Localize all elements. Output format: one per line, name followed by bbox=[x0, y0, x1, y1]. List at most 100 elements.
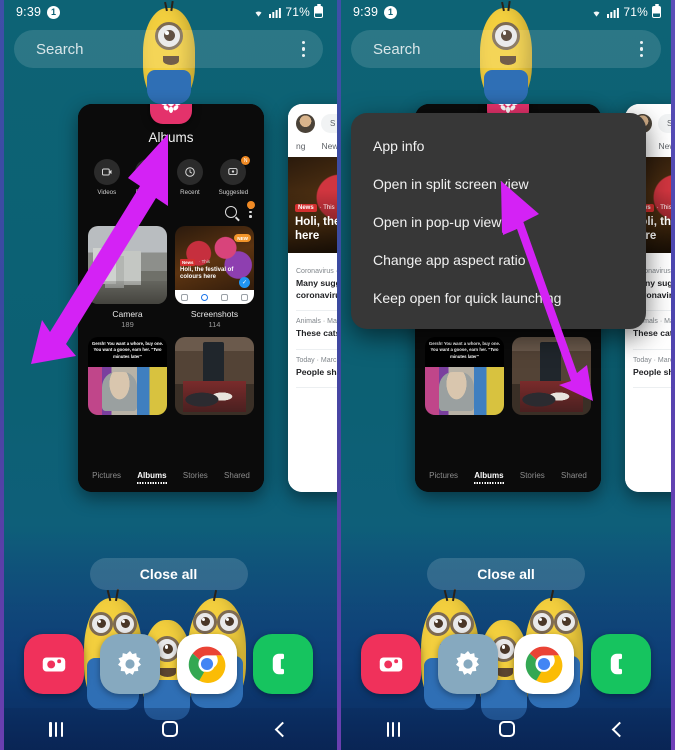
status-left: 9:39 1 bbox=[353, 5, 398, 19]
app-dock bbox=[0, 634, 337, 694]
search-bar[interactable]: Search bbox=[351, 30, 661, 68]
album-thumbnail: Gersh! You want a whore, buy one. You wa… bbox=[88, 337, 167, 415]
suggested-badge: N bbox=[241, 156, 251, 165]
back-button[interactable] bbox=[274, 721, 290, 737]
quick-filter-favorites[interactable]: Favorites bbox=[135, 159, 162, 196]
battery-percent: 71% bbox=[623, 5, 648, 19]
gallery-album-grid: Camera 189 NEW News · This Holi, the fes… bbox=[78, 222, 264, 415]
quick-filter-suggested[interactable]: N Suggested bbox=[219, 156, 251, 196]
tab-pictures[interactable]: Pictures bbox=[92, 471, 121, 480]
recents-card-gallery[interactable]: Albums Videos Favorites bbox=[78, 104, 264, 492]
home-button[interactable] bbox=[161, 721, 178, 737]
news-footer bbox=[625, 470, 675, 492]
chrome-icon bbox=[524, 643, 565, 685]
menu-item-app-info[interactable]: App info bbox=[351, 127, 646, 165]
status-bar: 9:39 1 71% bbox=[0, 0, 337, 24]
story-title: People shar rain-drenche bbox=[633, 366, 675, 377]
dock-app-camera[interactable] bbox=[361, 634, 422, 694]
left-panel-recents-screen: 9:39 1 71% Search Albums Videos Favorite… bbox=[0, 0, 337, 750]
notification-count-badge: 1 bbox=[47, 5, 61, 19]
hero-source: News bbox=[295, 204, 317, 212]
dock-app-settings[interactable] bbox=[437, 634, 498, 694]
gallery-app-title: Albums bbox=[148, 130, 194, 145]
wifi-icon bbox=[255, 11, 262, 17]
search-fab-icon: ✓ bbox=[239, 277, 250, 288]
story-title: These cats a weekend 🐱 bbox=[296, 328, 337, 339]
notification-count-badge: 1 bbox=[384, 5, 398, 19]
recents-button[interactable] bbox=[49, 721, 63, 737]
quick-filter-videos[interactable]: Videos bbox=[93, 159, 120, 196]
search-bar[interactable]: Search bbox=[14, 30, 323, 68]
search-icon[interactable] bbox=[225, 206, 238, 218]
signal-icon bbox=[269, 7, 282, 18]
panel-left-border bbox=[0, 0, 4, 750]
album-item-room[interactable] bbox=[512, 337, 591, 415]
meme-caption: Gersh! You want a whore, buy one. You wa… bbox=[428, 341, 501, 359]
dock-app-chrome[interactable] bbox=[176, 634, 237, 694]
tab-stories[interactable]: Stories bbox=[520, 471, 545, 480]
kebab-menu-icon[interactable] bbox=[247, 201, 255, 218]
menu-item-open-in-pop-up-view[interactable]: Open in pop-up view bbox=[351, 203, 646, 241]
album-name: Camera bbox=[112, 309, 143, 319]
tab-stories[interactable]: Stories bbox=[183, 471, 208, 480]
app-context-menu[interactable]: App info Open in split screen view Open … bbox=[351, 113, 646, 329]
quick-filter-recent[interactable]: Recent bbox=[176, 159, 203, 196]
news-story-item[interactable]: Animals · Mar These cats a weekend 🐱 bbox=[296, 311, 337, 350]
news-app-preview: S ng News News· This Holi, thehere bbox=[288, 104, 337, 492]
close-all-button[interactable]: Close all bbox=[427, 558, 585, 590]
album-item-screenshots[interactable]: NEW News · This Holi, the festival of co… bbox=[175, 226, 254, 329]
close-all-button[interactable]: Close all bbox=[89, 558, 248, 590]
kebab-menu-icon[interactable] bbox=[636, 37, 648, 62]
recents-card-area: Albums Videos Favorites bbox=[0, 104, 337, 494]
dock-app-settings[interactable] bbox=[100, 634, 161, 694]
hero-kicker: News· This bbox=[295, 204, 335, 212]
search-input[interactable]: Search bbox=[373, 41, 421, 58]
news-footer bbox=[288, 470, 337, 492]
news-story-item[interactable]: Coronavirus · Many sugge alternative to … bbox=[296, 261, 337, 312]
news-search-chip[interactable]: S bbox=[321, 114, 337, 133]
menu-item-keep-open-for-quick-launching[interactable]: Keep open for quick launching bbox=[351, 279, 646, 317]
dock-app-phone[interactable] bbox=[590, 634, 651, 694]
story-title: Many sugge alternative to coronavirus bbox=[296, 278, 337, 300]
album-item-camera[interactable]: Camera 189 bbox=[88, 226, 167, 329]
dock-app-chrome[interactable] bbox=[514, 634, 575, 694]
album-name: Screenshots bbox=[190, 309, 239, 319]
back-button[interactable] bbox=[612, 721, 628, 737]
dock-app-phone[interactable] bbox=[252, 634, 313, 694]
chrome-icon bbox=[186, 643, 227, 685]
news-story-item[interactable]: Today · March People shar rain-drenche bbox=[296, 350, 337, 389]
news-story-item[interactable]: Today · March People shar rain-drenche bbox=[633, 350, 675, 389]
gear-icon bbox=[455, 651, 479, 675]
quick-filter-label: Recent bbox=[180, 189, 200, 196]
menu-item-change-app-aspect-ratio[interactable]: Change app aspect ratio bbox=[351, 241, 646, 279]
album-item-meme[interactable]: Gersh! You want a whore, buy one. You wa… bbox=[425, 337, 504, 415]
news-tab-following[interactable]: ng bbox=[296, 141, 305, 151]
hero-headline: Holi, thehere bbox=[295, 216, 337, 243]
tab-albums[interactable]: Albums bbox=[474, 471, 504, 484]
home-button[interactable] bbox=[499, 721, 516, 737]
tab-pictures[interactable]: Pictures bbox=[429, 471, 458, 480]
status-time: 9:39 bbox=[353, 5, 379, 19]
recents-card-news[interactable]: S ng News News· This Holi, thehere bbox=[288, 104, 337, 492]
hero-time: · This bbox=[656, 205, 672, 211]
recents-button[interactable] bbox=[386, 721, 401, 737]
dock-app-camera[interactable] bbox=[24, 634, 85, 694]
tab-shared[interactable]: Shared bbox=[224, 471, 250, 480]
album-count: 189 bbox=[121, 320, 134, 329]
news-hero[interactable]: News· This Holi, thehere bbox=[288, 157, 337, 253]
album-item-room[interactable] bbox=[175, 337, 254, 415]
status-right: 71% bbox=[590, 4, 661, 19]
news-tab-news[interactable]: News bbox=[321, 141, 337, 151]
avatar[interactable] bbox=[296, 114, 315, 133]
tab-shared[interactable]: Shared bbox=[561, 471, 587, 480]
album-thumbnail: NEW News · This Holi, the festival of co… bbox=[175, 226, 254, 304]
tab-albums[interactable]: Albums bbox=[137, 471, 167, 484]
album-item-meme[interactable]: Gersh! You want a whore, buy one. You wa… bbox=[88, 337, 167, 415]
search-input[interactable]: Search bbox=[36, 41, 84, 58]
gallery-bottom-tabs: Pictures Albums Stories Shared bbox=[415, 461, 601, 492]
menu-item-open-in-split-screen-view[interactable]: Open in split screen view bbox=[351, 165, 646, 203]
gallery-app-icon[interactable] bbox=[150, 104, 192, 124]
story-source: Animals · Mar bbox=[296, 318, 337, 326]
kebab-menu-icon[interactable] bbox=[298, 37, 310, 62]
status-left: 9:39 1 bbox=[16, 5, 61, 19]
